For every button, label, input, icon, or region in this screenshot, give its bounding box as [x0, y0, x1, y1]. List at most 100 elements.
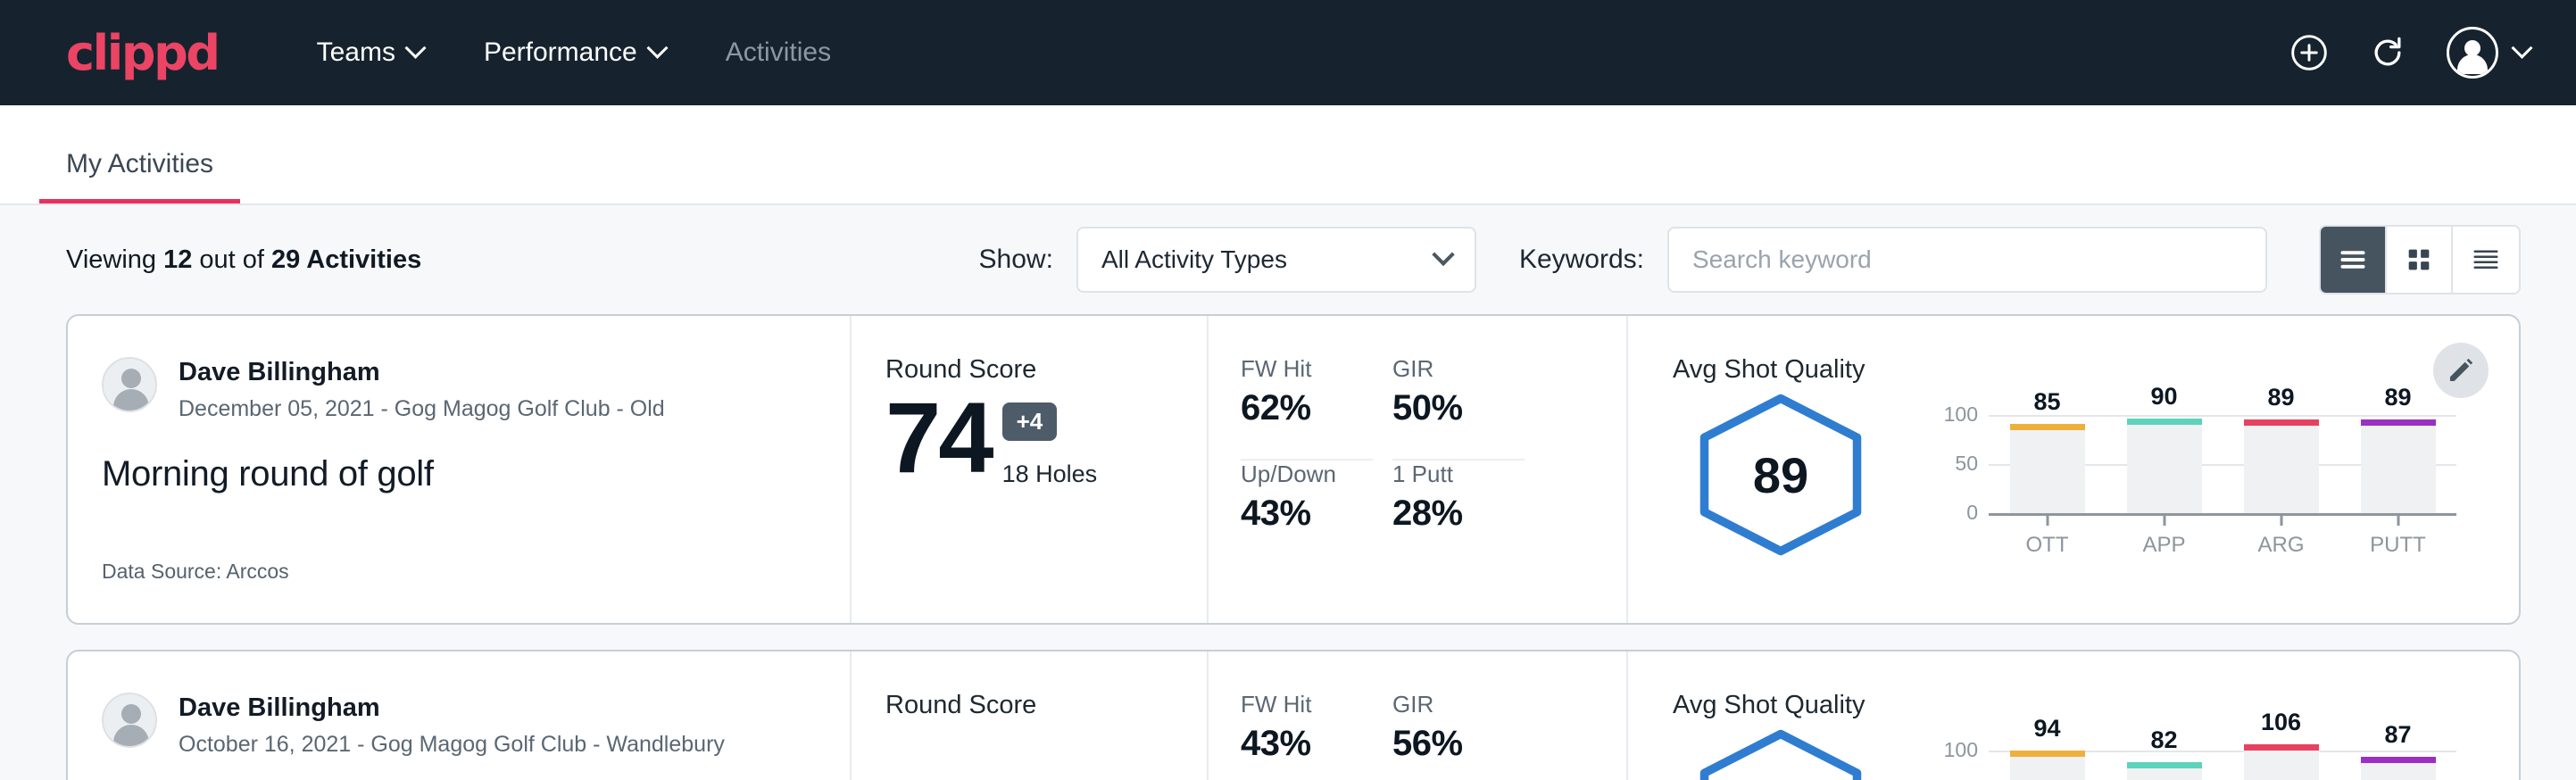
chart-bar-column: 89	[2244, 415, 2319, 513]
search-input[interactable]: Search keyword	[1667, 227, 2267, 293]
refresh-button[interactable]	[2368, 33, 2407, 72]
activity-player-header: Dave Billingham October 16, 2021 - Gog M…	[102, 693, 814, 758]
shot-quality-value: 89	[1687, 390, 1874, 560]
account-menu-button[interactable]	[2514, 46, 2530, 61]
chart-bar	[2010, 430, 2085, 514]
compact-list-icon	[2470, 244, 2502, 276]
view-mode-grid-button[interactable]	[2387, 227, 2453, 293]
pencil-icon	[2446, 355, 2476, 386]
chart-bar-column: 106	[2244, 751, 2319, 780]
activity-card[interactable]: Dave Billingham December 05, 2021 - Gog …	[66, 314, 2521, 625]
avatar-body	[2457, 54, 2488, 74]
activity-player-header: Dave Billingham December 05, 2021 - Gog …	[102, 357, 814, 422]
chart-bar-cap	[2244, 419, 2319, 426]
stat-label: FW Hit	[1241, 355, 1373, 383]
chart-bar-value-label: 106	[2244, 709, 2319, 736]
viewing-middle: out of	[192, 245, 271, 274]
chart-x-tick-label: OTT	[2010, 533, 2085, 558]
data-source-label: Data Source: Arccos	[102, 560, 289, 584]
avatar[interactable]	[2447, 27, 2498, 79]
nav-item-activities-label: Activities	[726, 37, 831, 68]
avg-shot-quality-column: Avg Shot Quality 050100948210687OTTAPPAR…	[1628, 651, 2519, 780]
keywords-label: Keywords:	[1519, 245, 1644, 275]
chart-x-tick-mark	[2163, 513, 2165, 526]
round-score-label: Round Score	[885, 691, 1207, 720]
activity-list: Dave Billingham December 05, 2021 - Gog …	[0, 314, 2576, 780]
tab-my-activities[interactable]: My Activities	[39, 149, 240, 203]
score-differential-badge: +4	[1002, 402, 1058, 441]
chart-bar-column: 89	[2361, 415, 2436, 513]
stat-label: FW Hit	[1241, 691, 1373, 718]
tab-bar: My Activities	[0, 105, 2576, 205]
list-view-icon	[2337, 244, 2369, 276]
viewing-count: 12	[163, 245, 192, 274]
chart-bar-cap	[2010, 424, 2085, 430]
chart-bar	[2127, 768, 2202, 780]
navbar-actions	[2289, 0, 2530, 105]
nav-item-performance[interactable]: Performance	[453, 29, 695, 77]
shot-quality-bar-chart: 050100948210687OTTAPPARGPUTT	[1939, 726, 2456, 780]
show-label: Show:	[979, 245, 1053, 275]
chart-bar	[2127, 425, 2202, 513]
activity-card[interactable]: Dave Billingham October 16, 2021 - Gog M…	[66, 650, 2521, 780]
round-score-row: 74 +4 18 Holes	[885, 388, 1207, 488]
stat-label: GIR	[1392, 691, 1525, 718]
chart-y-tick-label: 100	[1944, 738, 1978, 762]
avatar-head	[121, 704, 141, 724]
viewing-prefix: Viewing	[66, 245, 163, 274]
stat-value: 50%	[1392, 388, 1525, 428]
avatar-body	[113, 725, 149, 746]
clippd-logo[interactable]: clippd	[66, 25, 219, 81]
stat-up-down: Up/Down 43%	[1241, 461, 1373, 566]
chart-bar-column: 94	[2010, 751, 2085, 780]
view-mode-compact-button[interactable]	[2453, 227, 2519, 293]
chart-bar	[2361, 763, 2436, 780]
avatar-body	[113, 389, 149, 411]
chart-bars: 85908989	[1989, 415, 2456, 513]
activity-title: Morning round of golf	[102, 454, 814, 494]
top-navbar: clippd Teams Performance Activities	[0, 0, 2576, 105]
avatar	[102, 357, 157, 412]
chart-bar-column: 82	[2127, 751, 2202, 780]
chart-x-tick-mark	[2280, 513, 2282, 526]
nav-item-activities[interactable]: Activities	[695, 29, 861, 77]
chart-x-tick-label: APP	[2127, 533, 2202, 558]
chart-bar-cap	[2127, 762, 2202, 768]
stat-value: 62%	[1241, 388, 1373, 428]
chart-plot-area: 050100948210687	[1989, 751, 2456, 780]
edit-activity-button[interactable]	[2433, 343, 2489, 398]
holes-label: 18 Holes	[1002, 461, 1098, 488]
chart-bar-value-label: 87	[2361, 721, 2436, 749]
player-name: Dave Billingham	[179, 357, 665, 388]
chart-bar-value-label: 89	[2361, 384, 2436, 411]
stat-one-putt: 1 Putt 28%	[1392, 461, 1525, 566]
chart-bar	[2244, 751, 2319, 780]
shot-quality-hexagon: 89	[1687, 390, 1874, 560]
chart-bar-value-label: 94	[2010, 715, 2085, 743]
chart-bar-cap	[2010, 751, 2085, 757]
chart-x-tick-mark	[2397, 513, 2399, 526]
avg-shot-quality-label: Avg Shot Quality	[1673, 691, 2519, 720]
chart-y-tick-label: 100	[1944, 402, 1978, 427]
stats-column: FW Hit 43% GIR 56%	[1209, 651, 1628, 780]
stats-column: FW Hit 62% GIR 50% Up/Down 43% 1 Putt 28…	[1209, 316, 1628, 623]
nav-item-teams[interactable]: Teams	[287, 29, 453, 77]
activity-type-select[interactable]: All Activity Types	[1076, 227, 1476, 293]
grid-view-icon	[2404, 245, 2434, 275]
chart-bar-column: 90	[2127, 415, 2202, 513]
chart-x-tick-mark	[2046, 513, 2048, 526]
filter-controls: Show: All Activity Types Keywords: Searc…	[979, 225, 2521, 295]
activity-type-select-value: All Activity Types	[1101, 245, 1287, 274]
view-mode-list-button[interactable]	[2321, 227, 2387, 293]
add-button[interactable]	[2289, 33, 2329, 72]
view-mode-toggle	[2319, 225, 2521, 295]
chart-bar-value-label: 85	[2010, 388, 2085, 416]
activity-info-column: Dave Billingham December 05, 2021 - Gog …	[68, 316, 852, 623]
shot-quality-bar-chart: 05010085908989OTTAPPARGPUTT	[1939, 390, 2456, 568]
refresh-icon	[2368, 33, 2407, 72]
avg-shot-quality-column: Avg Shot Quality 89 05010085908989OTTAPP…	[1628, 316, 2519, 623]
chevron-down-icon	[404, 37, 426, 58]
chevron-down-icon	[1432, 244, 1454, 266]
filter-bar: Viewing 12 out of 29 Activities Show: Al…	[0, 205, 2576, 314]
chart-bar	[2010, 757, 2085, 780]
